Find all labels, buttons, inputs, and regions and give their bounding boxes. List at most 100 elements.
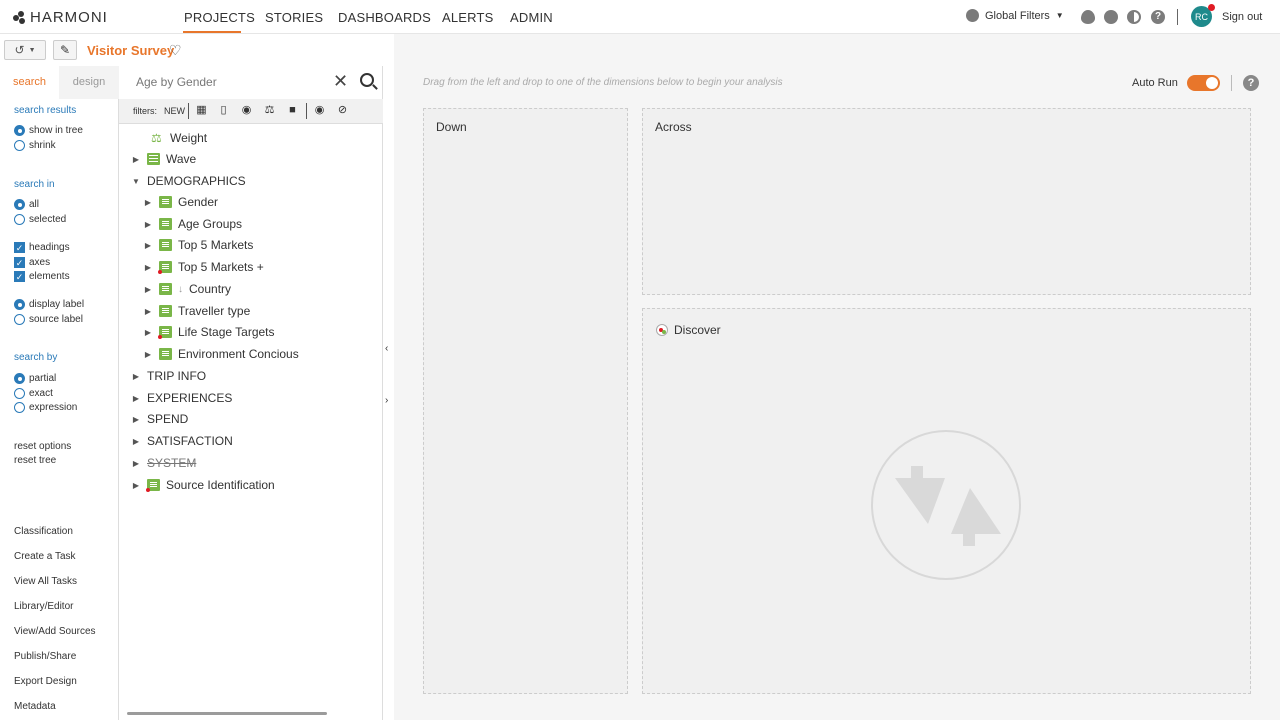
expand-caret-icon[interactable]: ▶	[143, 220, 153, 229]
tree-folder[interactable]: ▶ TRIP INFO	[131, 367, 206, 385]
tab-search[interactable]: search	[0, 66, 59, 99]
expand-caret-icon[interactable]: ▶	[131, 481, 141, 490]
nav-alerts[interactable]: ALERTS	[442, 10, 494, 25]
expand-caret-icon[interactable]: ▶	[131, 437, 141, 446]
nav-stories[interactable]: STORIES	[265, 10, 323, 25]
expand-caret-icon[interactable]: ▶	[143, 328, 153, 337]
expand-caret-icon[interactable]: ▶	[131, 394, 141, 403]
radio-unselected	[14, 214, 25, 225]
search-input[interactable]: Age by Gender	[136, 75, 217, 89]
tree-item[interactable]: ▶ ↓ Country	[143, 280, 231, 298]
auto-run-toggle[interactable]	[1187, 75, 1220, 91]
tree-item[interactable]: ▶ Source Identification	[131, 476, 275, 494]
eye-icon[interactable]: ◉	[313, 104, 326, 117]
column-filter-icon[interactable]: ▯	[217, 104, 230, 117]
across-drop-zone[interactable]	[642, 108, 1251, 295]
classification-link[interactable]: Classification	[14, 526, 73, 537]
close-icon[interactable]: ✕	[333, 72, 348, 90]
weight-filter-icon[interactable]: ⚖	[263, 104, 276, 117]
location-filter-icon[interactable]: ◉	[240, 104, 253, 117]
search-in-selected-radio[interactable]: selected	[14, 214, 66, 225]
nav-dashboards[interactable]: DASHBOARDS	[338, 10, 431, 25]
expand-caret-icon[interactable]: ▶	[131, 459, 141, 468]
headings-checkbox[interactable]: ✓ headings	[14, 242, 70, 253]
tree-folder-label: SATISFACTION	[147, 434, 233, 448]
collapse-caret-icon[interactable]: ▼	[131, 177, 141, 186]
elements-checkbox[interactable]: ✓ elements	[14, 271, 70, 282]
nav-projects[interactable]: PROJECTS	[184, 10, 255, 25]
radio-unselected	[14, 402, 25, 413]
scrollbar-thumb[interactable]	[127, 712, 327, 715]
tree-horizontal-scrollbar[interactable]	[119, 709, 383, 717]
view-all-tasks-link[interactable]: View All Tasks	[14, 576, 77, 587]
chevron-down-icon: ▼	[28, 46, 36, 54]
down-drop-zone[interactable]	[423, 108, 628, 694]
display-label-radio[interactable]: display label	[14, 299, 84, 310]
expression-radio[interactable]: expression	[14, 402, 77, 413]
show-in-tree-radio[interactable]: show in tree	[14, 125, 83, 136]
brain-icon[interactable]	[1104, 10, 1118, 24]
tree-item[interactable]: ▶ Wave	[131, 150, 196, 168]
tab-design[interactable]: design	[59, 66, 119, 99]
search-in-all-radio[interactable]: all	[14, 199, 39, 210]
radio-label: expression	[29, 402, 78, 413]
publish-share-link[interactable]: Publish/Share	[14, 651, 76, 662]
tree-item[interactable]: ▶ Traveller type	[143, 302, 250, 320]
chevron-left-icon[interactable]: ‹	[385, 343, 388, 354]
metadata-link[interactable]: Metadata	[14, 701, 56, 712]
expand-caret-icon[interactable]: ▶	[143, 263, 153, 272]
nav-admin[interactable]: ADMIN	[510, 10, 553, 25]
reset-options-link[interactable]: reset options	[14, 441, 71, 452]
expand-caret-icon[interactable]: ▶	[131, 415, 141, 424]
tree-item[interactable]: ▶ Top 5 Markets +	[143, 258, 264, 276]
filter-new-button[interactable]: NEW	[164, 106, 185, 116]
tree-item[interactable]: ▶ Age Groups	[143, 215, 242, 233]
eye-slash-icon[interactable]: ⊘	[336, 104, 349, 117]
tree-folder[interactable]: ▶ EXPERIENCES	[131, 389, 232, 407]
toolbar-divider	[1231, 75, 1232, 91]
search-icon[interactable]	[360, 73, 374, 87]
tree-folder[interactable]: ▶ SATISFACTION	[131, 432, 233, 450]
heart-icon[interactable]: ♡	[169, 42, 182, 59]
library-editor-link[interactable]: Library/Editor	[14, 601, 73, 612]
grid-filter-icon[interactable]: ▦	[195, 104, 208, 117]
folder-filter-icon[interactable]: ■	[286, 104, 299, 117]
tree-folder[interactable]: ▶ SPEND	[131, 410, 188, 428]
help-circle-icon[interactable]: ?	[1151, 10, 1165, 24]
expand-caret-icon[interactable]: ▶	[131, 155, 141, 164]
tree-folder[interactable]: ▶ SYSTEM	[131, 454, 196, 472]
view-add-sources-link[interactable]: View/Add Sources	[14, 626, 96, 637]
derived-variable-icon	[158, 326, 172, 339]
expand-caret-icon[interactable]: ▶	[131, 372, 141, 381]
shrink-radio[interactable]: shrink	[14, 140, 56, 151]
expand-caret-icon[interactable]: ▶	[143, 241, 153, 250]
tree-item[interactable]: ▶ Top 5 Markets	[143, 236, 253, 254]
expand-caret-icon[interactable]: ▶	[143, 285, 153, 294]
history-button[interactable]: ↺ ▼	[4, 40, 46, 60]
chevron-right-icon[interactable]: ›	[385, 395, 388, 406]
create-task-link[interactable]: Create a Task	[14, 551, 76, 562]
tree-item[interactable]: ▶ Environment Concious	[143, 345, 299, 363]
tree-item[interactable]: ▶ Life Stage Targets	[143, 323, 275, 341]
expand-caret-icon[interactable]: ▶	[143, 198, 153, 207]
tree-folder[interactable]: ▼ DEMOGRAPHICS	[131, 172, 246, 190]
help-icon[interactable]: ?	[1243, 75, 1259, 91]
tree-item[interactable]: ⚖ Weight	[135, 129, 207, 147]
checkbox-label: axes	[29, 257, 51, 268]
global-filters-dropdown[interactable]: Global Filters ▼	[966, 9, 1064, 22]
logo[interactable]: HARMONI	[13, 9, 108, 26]
partial-radio[interactable]: partial	[14, 373, 56, 384]
expand-caret-icon[interactable]: ▶	[143, 307, 153, 316]
eye-icon[interactable]	[1081, 10, 1095, 24]
expand-caret-icon[interactable]: ▶	[143, 350, 153, 359]
reset-tree-link[interactable]: reset tree	[14, 455, 56, 466]
contrast-icon[interactable]	[1127, 10, 1141, 24]
export-design-link[interactable]: Export Design	[14, 676, 77, 687]
edit-button[interactable]: ✎	[53, 40, 77, 60]
tree-item[interactable]: ▶ Gender	[143, 193, 218, 211]
panel-splitter[interactable]	[383, 34, 394, 720]
source-label-radio[interactable]: source label	[14, 314, 83, 325]
axes-checkbox[interactable]: ✓ axes	[14, 257, 50, 268]
exact-radio[interactable]: exact	[14, 388, 53, 399]
sign-out-link[interactable]: Sign out	[1222, 11, 1262, 23]
